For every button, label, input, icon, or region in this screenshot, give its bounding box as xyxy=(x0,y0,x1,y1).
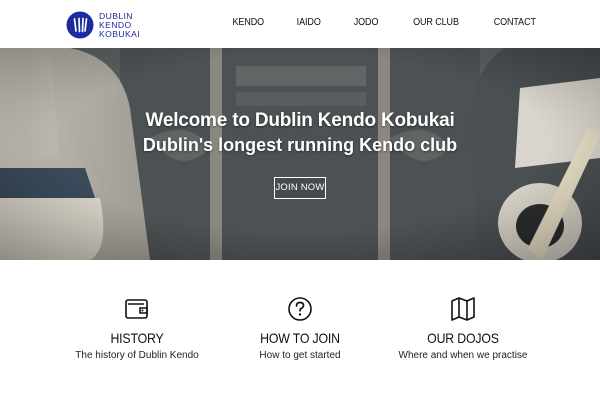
nav-item-jodo[interactable]: JODO xyxy=(354,17,379,28)
nav-item-iaido[interactable]: IAIDO xyxy=(297,17,321,28)
feature-description: Where and when we practise xyxy=(398,350,528,361)
feature-our-dojos[interactable]: OUR DOJOS Where and when we practise xyxy=(363,296,563,361)
question-circle-icon xyxy=(288,297,312,321)
map-icon xyxy=(451,297,475,321)
site-header: DUBLIN KENDO KOBUKAI KENDO IAIDO JODO OU… xyxy=(0,0,600,48)
wallet-icon xyxy=(125,299,148,319)
feature-title: OUR DOJOS xyxy=(427,330,499,346)
main-nav: KENDO IAIDO JODO OUR CLUB CONTACT xyxy=(199,17,537,28)
club-emblem-icon xyxy=(66,11,94,39)
nav-item-our-club[interactable]: OUR CLUB xyxy=(413,17,459,28)
join-now-button[interactable]: JOIN NOW xyxy=(274,177,326,199)
hero-title: Welcome to Dublin Kendo Kobukai xyxy=(145,110,455,131)
logo-wordmark: DUBLIN KENDO KOBUKAI xyxy=(99,11,141,39)
site-logo[interactable]: DUBLIN KENDO KOBUKAI xyxy=(66,9,140,41)
feature-title: HISTORY xyxy=(110,330,164,346)
logo-line-3: KOBUKAI xyxy=(99,28,141,39)
hero-subtitle: Dublin's longest running Kendo club xyxy=(142,135,458,155)
nav-item-contact[interactable]: CONTACT xyxy=(494,17,536,28)
nav-item-kendo[interactable]: KENDO xyxy=(233,17,265,28)
feature-title: HOW TO JOIN xyxy=(260,330,340,346)
hero-banner: Welcome to Dublin Kendo Kobukai Dublin's… xyxy=(0,48,600,260)
